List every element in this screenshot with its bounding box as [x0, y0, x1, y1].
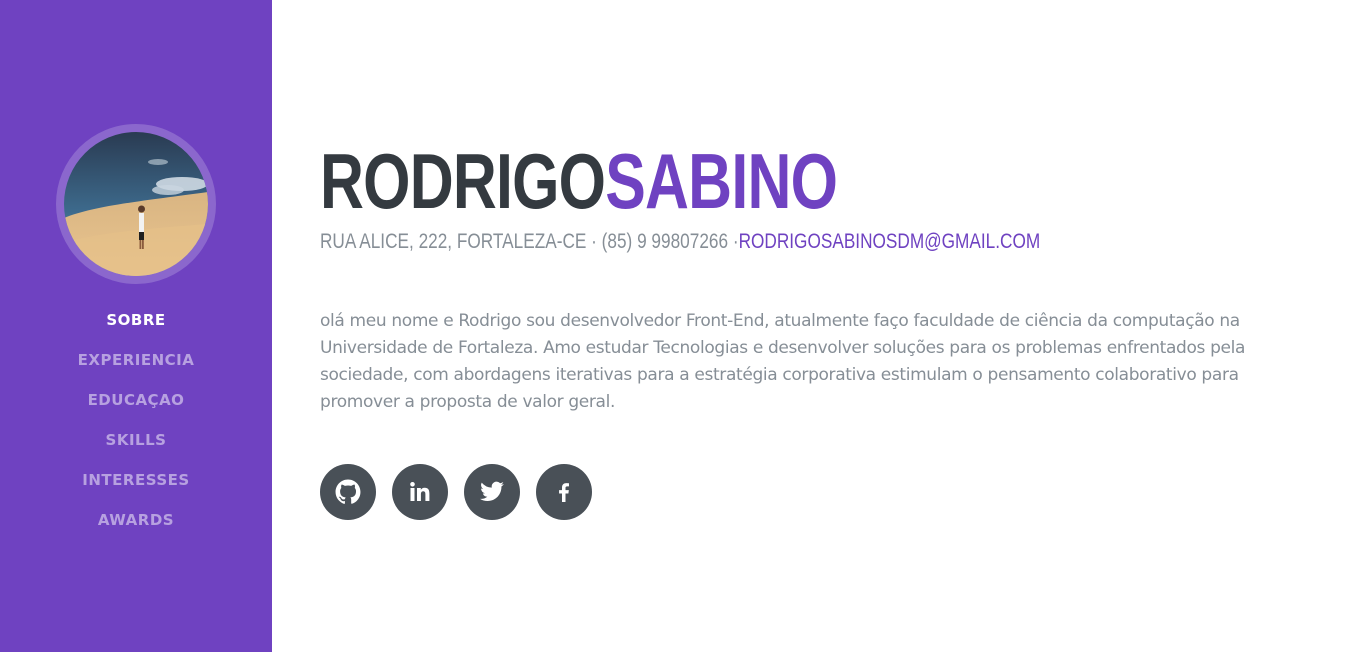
- last-name: SABINO: [605, 137, 838, 225]
- first-name: RODRIGO: [320, 137, 606, 225]
- bio-text: olá meu nome e Rodrigo sou desenvolvedor…: [320, 311, 1246, 412]
- github-button[interactable]: [320, 464, 376, 520]
- nav-link-sobre[interactable]: SOBRE: [106, 308, 165, 332]
- nav-link-interesses[interactable]: INTERESSES: [82, 468, 189, 492]
- facebook-icon: [559, 483, 569, 502]
- address-phone: RUA ALICE, 222, FORTALEZA-CE · (85) 9 99…: [320, 230, 739, 253]
- nav-item-experiencia: EXPERIENCIA: [0, 348, 272, 388]
- github-icon: [335, 479, 361, 504]
- nav-link-educacao[interactable]: EDUCAÇAO: [88, 388, 185, 412]
- profile-photo: [64, 132, 208, 276]
- nav-item-interesses: INTERESSES: [0, 468, 272, 508]
- nav-item-sobre: SOBRE: [0, 308, 272, 348]
- page-title: RODRIGOSABINO: [320, 136, 838, 226]
- nav-link-experiencia[interactable]: EXPERIENCIA: [78, 348, 195, 372]
- social-icons: [320, 464, 592, 520]
- linkedin-icon: [410, 482, 430, 501]
- contact-info: RUA ALICE, 222, FORTALEZA-CE · (85) 9 99…: [320, 229, 1040, 255]
- avatar[interactable]: [56, 124, 216, 284]
- sidebar: SOBRE EXPERIENCIA EDUCAÇAO SKILLS INTERE…: [0, 0, 272, 652]
- nav-item-educacao: EDUCAÇAO: [0, 388, 272, 428]
- photo-image: [64, 132, 208, 276]
- linkedin-button[interactable]: [392, 464, 448, 520]
- email-link[interactable]: RODRIGOSABINOSDM@GMAIL.COM: [739, 230, 1041, 253]
- nav-item-awards: AWARDS: [0, 508, 272, 548]
- twitter-button[interactable]: [464, 464, 520, 520]
- twitter-icon: [480, 481, 504, 501]
- nav-item-skills: SKILLS: [0, 428, 272, 468]
- nav-link-skills[interactable]: SKILLS: [106, 428, 167, 452]
- nav-menu: SOBRE EXPERIENCIA EDUCAÇAO SKILLS INTERE…: [0, 308, 272, 548]
- nav-link-awards[interactable]: AWARDS: [98, 508, 174, 532]
- facebook-button[interactable]: [536, 464, 592, 520]
